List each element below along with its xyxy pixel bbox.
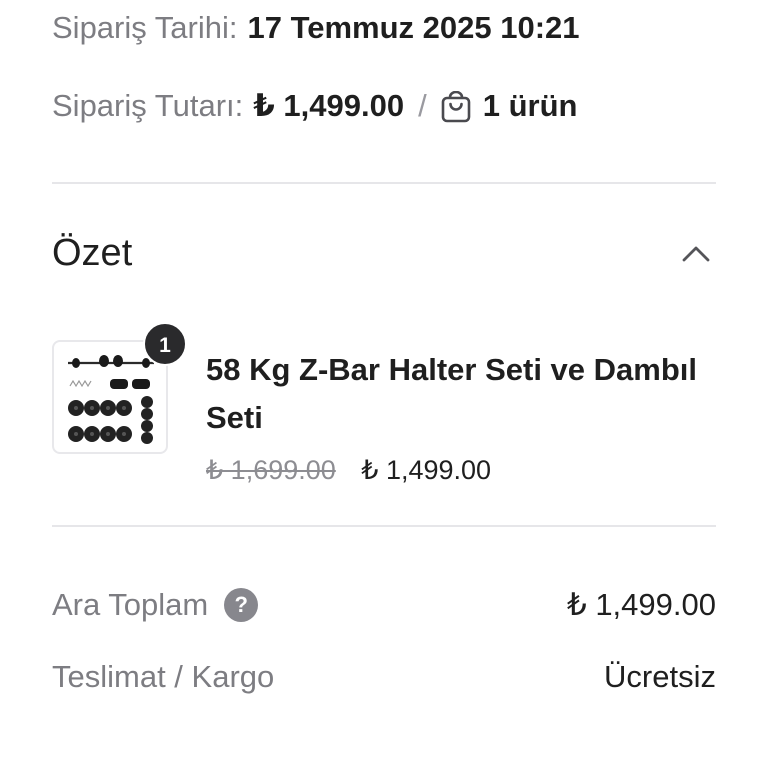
quantity-badge: 1 bbox=[143, 322, 187, 366]
summary-header[interactable]: Özet bbox=[52, 228, 716, 278]
order-detail-page: Sipariş Tarihi: 17 Temmuz 2025 10:21 Sip… bbox=[0, 0, 768, 768]
shipping-value: Ücretsiz bbox=[604, 659, 716, 694]
order-total-label: Sipariş Tutarı: bbox=[52, 88, 244, 123]
shipping-label: Teslimat / Kargo bbox=[52, 659, 275, 694]
divider bbox=[52, 182, 716, 184]
product-name[interactable]: 58 Kg Z-Bar Halter Seti ve Dambıl Seti bbox=[206, 346, 726, 442]
current-price: ₺ 1,499.00 bbox=[361, 455, 492, 485]
order-item-count: 1 ürün bbox=[482, 88, 578, 123]
separator: / bbox=[418, 88, 427, 123]
chevron-up-icon[interactable] bbox=[676, 234, 716, 274]
original-price: ₺ 1,699.00 bbox=[206, 455, 336, 485]
subtotal-label: Ara Toplam bbox=[52, 587, 209, 622]
order-total-value: ₺ 1,499.00 bbox=[253, 88, 405, 123]
subtotal-label-group: Ara Toplam ? bbox=[52, 585, 259, 625]
subtotal-value: ₺ 1,499.00 bbox=[566, 587, 716, 622]
order-date-row: Sipariş Tarihi: 17 Temmuz 2025 10:21 bbox=[52, 8, 580, 48]
divider bbox=[52, 525, 716, 527]
order-date-value: 17 Temmuz 2025 10:21 bbox=[247, 10, 580, 45]
subtotal-row: Ara Toplam ? ₺ 1,499.00 bbox=[52, 585, 716, 625]
order-total-row: Sipariş Tutarı: ₺ 1,499.00 / 1 ürün bbox=[52, 86, 577, 126]
summary-title: Özet bbox=[52, 232, 133, 274]
shopping-bag-icon bbox=[441, 91, 471, 123]
order-date-label: Sipariş Tarihi: bbox=[52, 10, 238, 45]
product-price-row: ₺ 1,699.00 ₺ 1,499.00 bbox=[206, 452, 491, 488]
shipping-row: Teslimat / Kargo Ücretsiz bbox=[52, 657, 716, 697]
help-icon[interactable]: ? bbox=[224, 588, 259, 622]
